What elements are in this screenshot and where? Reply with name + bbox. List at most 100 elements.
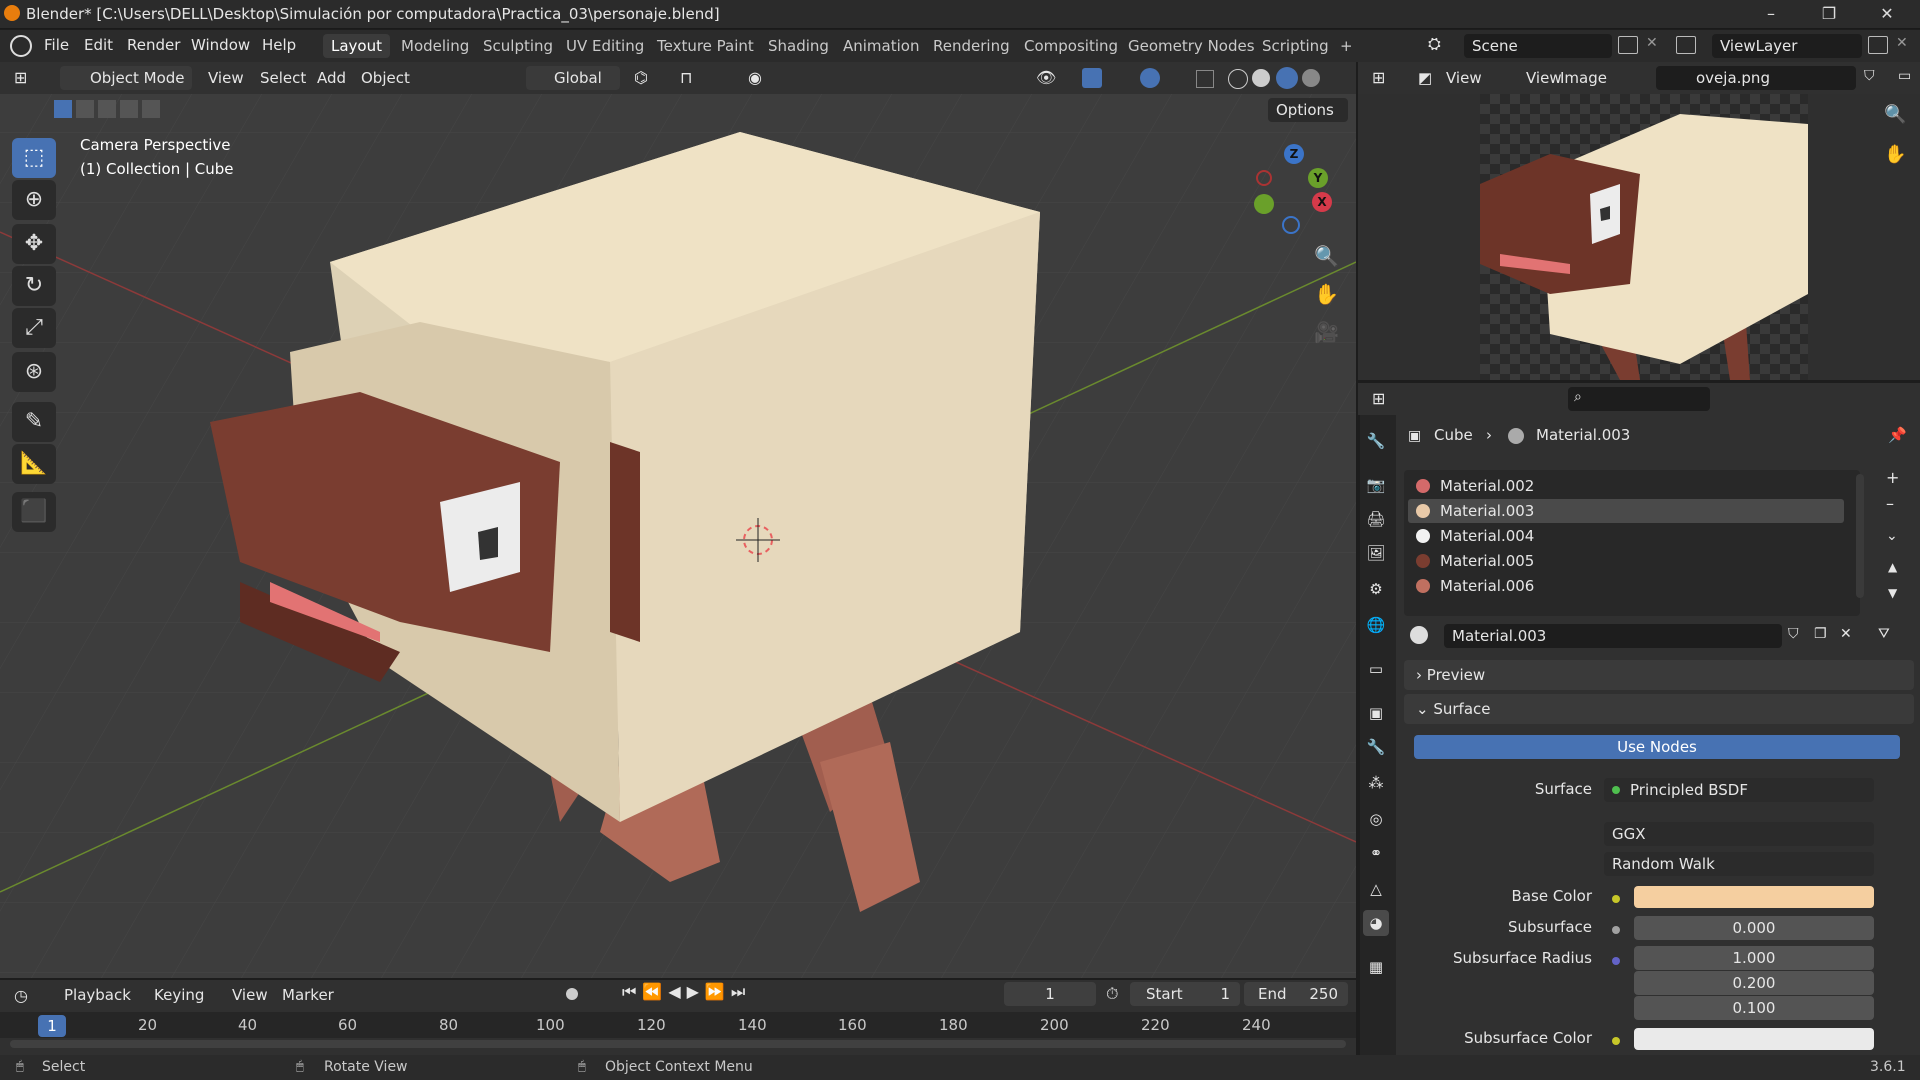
menu-select[interactable]: Select [260,65,306,91]
duplicate-material-icon[interactable]: ❐ [1814,626,1827,642]
properties-type-icon[interactable]: ⊞ [1372,389,1385,408]
view-layer-tab-icon[interactable]: 🖼 [1363,540,1389,566]
physics-tab-icon[interactable]: ◎ [1363,806,1389,832]
image-shield-icon[interactable]: ⛉ [1864,68,1875,84]
end-frame-field[interactable]: End 250 [1244,982,1348,1006]
tab-sculpting[interactable]: Sculpting [475,34,561,58]
annotate-tool[interactable]: ✎ [12,402,56,442]
subsurface-radius-z-field[interactable]: 0.100 [1634,996,1874,1020]
material-tab-icon[interactable]: ◕ [1363,910,1389,936]
texture-tab-icon[interactable]: ▦ [1363,954,1389,980]
tab-shading[interactable]: Shading [760,34,837,58]
wireframe-shading-icon[interactable] [1228,69,1248,89]
tab-uv-editing[interactable]: UV Editing [558,34,652,58]
image-zoom-icon[interactable]: 🔍 [1884,104,1906,125]
menu-window[interactable]: Window [191,36,250,54]
image-editor-type-icon[interactable]: ⊞ [1372,68,1385,87]
visibility-icon[interactable]: 👁 [1036,68,1056,87]
new-viewlayer-icon[interactable] [1868,36,1888,54]
subsurface-color-swatch[interactable] [1634,1028,1874,1050]
playhead-frame[interactable]: 1 [38,1015,66,1037]
preview-panel-label[interactable]: › Preview [1416,666,1485,684]
add-workspace-button[interactable]: + [1332,34,1361,58]
material-slot-item[interactable]: Material.006 [1408,574,1844,598]
slot-specials-icon[interactable]: ⌄ [1886,528,1898,544]
scale-tool[interactable]: ⤢ [12,308,56,348]
surface-shader-select[interactable]: Principled BSDF [1604,778,1874,802]
particles-tab-icon[interactable]: ⁂ [1363,770,1389,796]
tool-tab-icon[interactable]: 🔧 [1363,428,1389,454]
delete-viewlayer-icon[interactable]: ✕ [1896,35,1908,51]
menu-render[interactable]: Render [127,36,180,54]
options-button[interactable]: Options [1268,98,1348,122]
tab-texture-paint[interactable]: Texture Paint [649,34,762,58]
surface-panel-label[interactable]: ⌄ Surface [1416,700,1491,718]
snap-icon[interactable]: ⊓ [680,68,692,87]
menu-edit[interactable]: Edit [84,36,113,54]
stopwatch-icon[interactable]: ⏱ [1106,984,1118,1004]
material-slot-item[interactable]: Material.003 [1408,499,1844,523]
minimize-button[interactable]: – [1748,2,1794,26]
output-tab-icon[interactable]: 🖨 [1363,506,1389,532]
scene-field[interactable]: Scene [1464,34,1612,58]
gizmo-toggle-icon[interactable] [1082,68,1102,88]
blender-menu-icon[interactable] [10,35,32,57]
tab-layout[interactable]: Layout [323,34,390,58]
gizmo-x[interactable]: X [1312,192,1332,212]
material-browse-icon[interactable] [1410,626,1428,644]
timeline-menu-playback[interactable]: Playback [64,982,131,1008]
tab-geometry-nodes[interactable]: Geometry Nodes [1120,34,1263,58]
image-menu-view-2[interactable]: View [1526,65,1562,91]
material-slot-item[interactable]: Material.002 [1408,474,1844,498]
image-view-mode-icon[interactable]: ◩ [1418,65,1432,91]
current-frame-field[interactable]: 1 [1004,982,1096,1006]
properties-search-input[interactable] [1568,387,1710,411]
gizmo-y[interactable]: Y [1308,168,1328,188]
maximize-button[interactable]: ❐ [1806,2,1852,26]
menu-add[interactable]: Add [317,65,346,91]
solid-shading-icon[interactable] [1252,69,1270,87]
record-icon[interactable] [566,988,578,1000]
image-name-field[interactable]: oveja.png [1656,66,1856,90]
mode-select[interactable]: Object Mode [60,66,192,90]
distribution-select[interactable]: GGX [1604,822,1874,846]
render-tab-icon[interactable]: 📷 [1363,472,1389,498]
remove-slot-icon[interactable]: – [1886,494,1894,513]
start-frame-field[interactable]: Start 1 [1130,982,1240,1006]
viewlayer-field[interactable]: ViewLayer [1712,34,1862,58]
timeline-scrollbar[interactable] [10,1040,1346,1048]
material-name-field[interactable]: Material.003 [1444,624,1782,648]
subsurface-method-select[interactable]: Random Walk [1604,852,1874,876]
world-tab-icon[interactable]: 🌐 [1363,612,1389,638]
delete-scene-icon[interactable]: ✕ [1646,35,1658,51]
transform-orientation-select[interactable]: Global [526,66,620,90]
slot-list-scrollbar[interactable] [1856,474,1864,598]
timeline-menu-keying[interactable]: Keying [154,982,204,1008]
pin-icon[interactable]: 📌 [1888,426,1907,444]
gizmo-neg-z[interactable] [1282,216,1300,234]
tab-scripting[interactable]: Scripting [1254,34,1337,58]
select-box-tool[interactable]: ⬚ [12,138,56,178]
gizmo-z[interactable]: Z [1284,144,1304,164]
tab-compositing[interactable]: Compositing [1016,34,1126,58]
image-editor[interactable]: ⊞ ◩ View View Image oveja.png ⛉ ▭ 🔍 ✋ [1358,62,1920,380]
link-menu-icon[interactable]: ⛛ [1878,626,1890,642]
tab-modeling[interactable]: Modeling [393,34,477,58]
image-menu-view-1[interactable]: View [1446,65,1482,91]
viewlayer-icon[interactable] [1676,36,1696,54]
close-button[interactable]: ✕ [1864,2,1910,26]
unlink-material-icon[interactable]: ✕ [1840,626,1852,642]
select-mode-icons[interactable] [54,100,160,122]
tab-rendering[interactable]: Rendering [925,34,1018,58]
image-menu-image[interactable]: Image [1560,65,1607,91]
menu-help[interactable]: Help [262,36,296,54]
rendered-shading-icon[interactable] [1302,69,1320,87]
material-slot-item[interactable]: Material.005 [1408,549,1844,573]
menu-object[interactable]: Object [361,65,410,91]
timeline-type-icon[interactable]: ◷ [14,986,28,1005]
move-tool[interactable]: ✥ [12,224,56,264]
transform-tool[interactable]: ⊛ [12,352,56,392]
subsurface-radius-y-field[interactable]: 0.200 [1634,971,1874,995]
material-preview-icon[interactable] [1276,67,1298,89]
proportional-edit-icon[interactable]: ◉ [748,68,762,87]
